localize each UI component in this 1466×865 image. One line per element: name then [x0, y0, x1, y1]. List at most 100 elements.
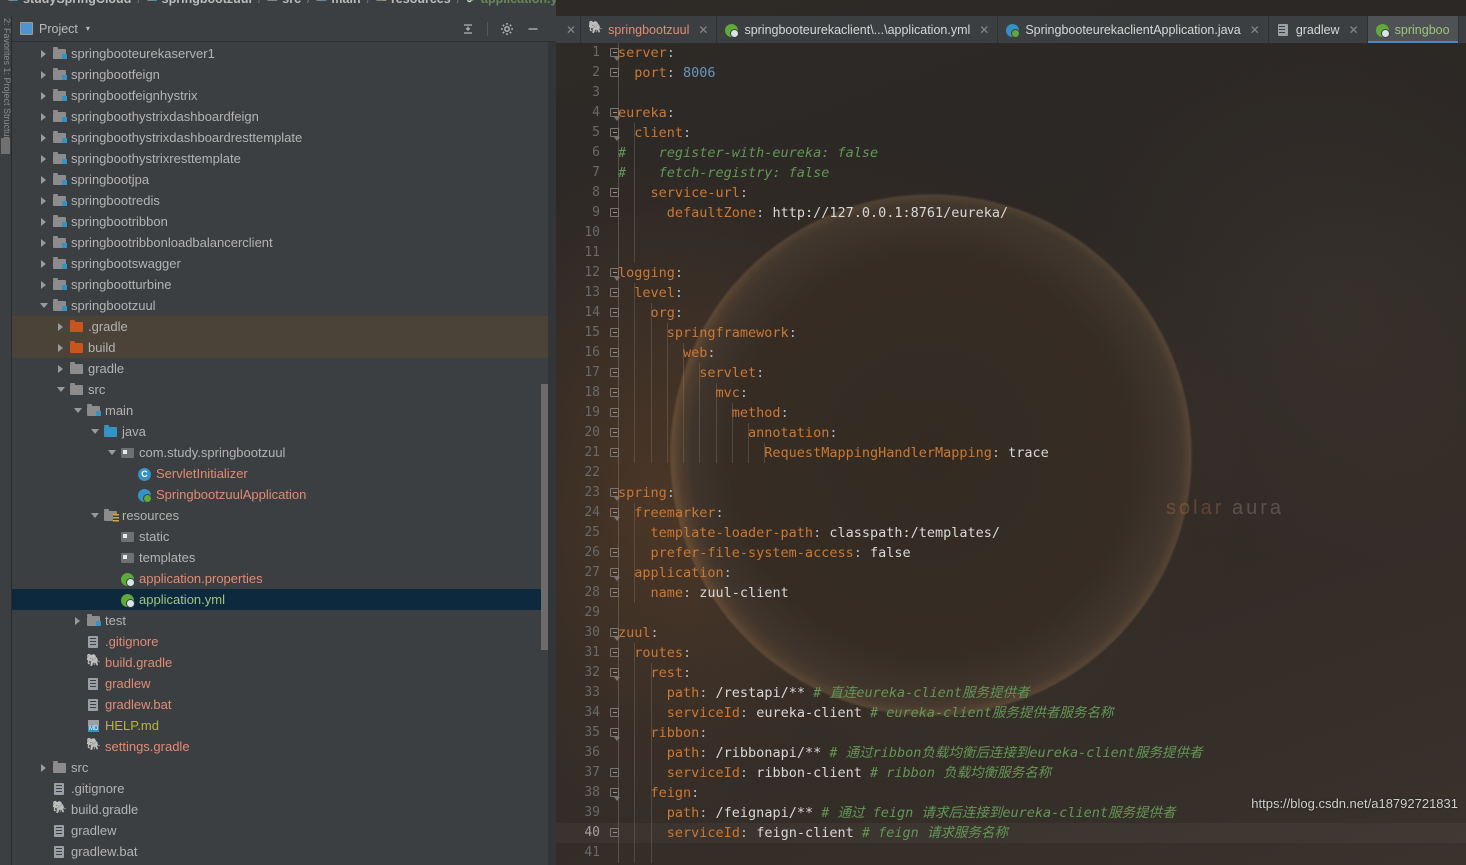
tree-row[interactable]: springbooteurekaserver1 — [12, 43, 556, 64]
code-line[interactable]: 9 defaultZone: http://127.0.0.1:8761/eur… — [556, 203, 1466, 223]
tree-row[interactable]: settings.gradle — [12, 736, 556, 757]
code-line[interactable]: 22 — [556, 463, 1466, 483]
code-line[interactable]: 7 # fetch-registry: false — [556, 163, 1466, 183]
tree-row[interactable]: springbootfeign — [12, 64, 556, 85]
code-line[interactable]: 4 eureka: — [556, 103, 1466, 123]
tree-row[interactable]: springboothystrixresttemplate — [12, 148, 556, 169]
tree-row[interactable]: com.study.springbootzuul — [12, 442, 556, 463]
chevron-down-icon[interactable] — [56, 384, 67, 395]
breadcrumb-item-main[interactable]: main — [316, 0, 361, 6]
close-icon[interactable]: ✕ — [698, 23, 708, 37]
tree-row[interactable]: .gitignore — [12, 631, 556, 652]
chevron-right-icon[interactable] — [39, 48, 50, 59]
tree-row[interactable]: SpringbootzuulApplication — [12, 484, 556, 505]
editor-tab-bar[interactable]: ✕ springbootzuul ✕ springbooteurekaclient\.… — [556, 16, 1466, 43]
code-line[interactable]: 11 — [556, 243, 1466, 263]
collapse-all-icon[interactable] — [461, 22, 475, 36]
code-line[interactable]: 12 logging: — [556, 263, 1466, 283]
project-panel-title[interactable]: Project ▾ — [20, 22, 90, 36]
code-line[interactable]: 8 service-url: — [556, 183, 1466, 203]
project-scrollbar-thumb[interactable] — [541, 384, 548, 650]
tree-row[interactable]: springboothystrixdashboardresttemplate — [12, 127, 556, 148]
code-line[interactable]: 16 web: — [556, 343, 1466, 363]
tree-row[interactable]: springbootredis — [12, 190, 556, 211]
editor-tab[interactable]: springboo — [1367, 16, 1459, 43]
code-line[interactable]: 26 prefer-file-system-access: false — [556, 543, 1466, 563]
chevron-right-icon[interactable] — [39, 111, 50, 122]
tree-row[interactable]: springbootturbine — [12, 274, 556, 295]
chevron-right-icon[interactable] — [39, 195, 50, 206]
tree-row[interactable]: templates — [12, 547, 556, 568]
code-line[interactable]: 18 mvc: — [556, 383, 1466, 403]
gear-icon[interactable] — [500, 22, 514, 36]
chevron-down-icon[interactable] — [73, 405, 84, 416]
chevron-down-icon[interactable]: ▾ — [86, 24, 90, 33]
code-line[interactable]: 14 org: — [556, 303, 1466, 323]
tree-row[interactable]: springbootfeignhystrix — [12, 85, 556, 106]
project-tree[interactable]: springbooteurekaserver1 springbootfeign sp… — [12, 42, 556, 865]
breadcrumb[interactable]: studySpringCloud / springbootzuul / src / main… — [0, 0, 572, 10]
tree-row[interactable]: resources — [12, 505, 556, 526]
tree-row[interactable]: gradlew — [12, 673, 556, 694]
tree-row[interactable]: .gradle — [12, 316, 556, 337]
minimize-icon[interactable] — [526, 22, 540, 36]
code-line[interactable]: 29 — [556, 603, 1466, 623]
tree-row[interactable]: build — [12, 337, 556, 358]
stripe-button-structure[interactable] — [1, 138, 10, 154]
code-line[interactable]: 35 ribbon: — [556, 723, 1466, 743]
tree-row[interactable]: gradlew — [12, 820, 556, 841]
tree-row[interactable]: springbootswagger — [12, 253, 556, 274]
chevron-right-icon[interactable] — [39, 762, 50, 773]
tree-row[interactable]: springbootjpa — [12, 169, 556, 190]
tree-row[interactable]: gradlew.bat — [12, 841, 556, 862]
code-line[interactable]: 33 path: /restapi/** # 直连eureka-client服务… — [556, 683, 1466, 703]
code-line[interactable]: 5 client: — [556, 123, 1466, 143]
code-line[interactable]: 21 RequestMappingHandlerMapping: trace — [556, 443, 1466, 463]
project-scrollbar-track[interactable] — [548, 42, 556, 865]
tree-row[interactable]: springbootribbon — [12, 211, 556, 232]
code-line[interactable]: 27 application: — [556, 563, 1466, 583]
tree-row[interactable]: gradlew.bat — [12, 694, 556, 715]
chevron-right-icon[interactable] — [39, 174, 50, 185]
chevron-down-icon[interactable] — [107, 447, 118, 458]
close-icon[interactable]: ✕ — [1349, 23, 1359, 37]
chevron-right-icon[interactable] — [56, 342, 67, 353]
code-line[interactable]: 17 servlet: — [556, 363, 1466, 383]
code-line[interactable]: 3 — [556, 83, 1466, 103]
chevron-right-icon[interactable] — [39, 279, 50, 290]
breadcrumb-item-studyspringcloud[interactable]: studySpringCloud — [8, 0, 131, 6]
tree-row[interactable]: test — [12, 610, 556, 631]
tree-row[interactable]: static — [12, 526, 556, 547]
code-line[interactable]: 1 server: — [556, 43, 1466, 63]
stripe-labels[interactable]: 2: Favorites 1: Project Structure — [0, 18, 12, 145]
tree-row[interactable]: java — [12, 421, 556, 442]
chevron-right-icon[interactable] — [73, 615, 84, 626]
tab-overflow-close[interactable]: ✕ — [556, 16, 582, 43]
code-line[interactable]: 19 method: — [556, 403, 1466, 423]
code-line[interactable]: 31 routes: — [556, 643, 1466, 663]
tree-row[interactable]: application.yml — [12, 589, 556, 610]
tree-row[interactable]: springbootribbonloadbalancerclient — [12, 232, 556, 253]
chevron-right-icon[interactable] — [39, 90, 50, 101]
tree-row[interactable]: .gitignore — [12, 778, 556, 799]
code-line[interactable]: 25 template-loader-path: classpath:/temp… — [556, 523, 1466, 543]
code-line[interactable]: 40 serviceId: feign-client # feign 请求服务名… — [556, 823, 1466, 843]
editor-tab[interactable]: springbooteurekaclient\...\application.y… — [717, 16, 999, 43]
code-line[interactable]: 24 freemarker: — [556, 503, 1466, 523]
tree-row[interactable]: HELP.md — [12, 715, 556, 736]
chevron-right-icon[interactable] — [39, 69, 50, 80]
close-icon[interactable]: ✕ — [979, 23, 989, 37]
code-line[interactable]: 15 springframework: — [556, 323, 1466, 343]
editor-tab[interactable]: gradlew ✕ — [1269, 16, 1368, 43]
breadcrumb-item-src[interactable]: src — [267, 0, 301, 6]
tree-row[interactable]: main — [12, 400, 556, 421]
chevron-right-icon[interactable] — [39, 237, 50, 248]
chevron-right-icon[interactable] — [39, 132, 50, 143]
tree-row[interactable]: application.properties — [12, 568, 556, 589]
tree-row[interactable]: build.gradle — [12, 652, 556, 673]
chevron-down-icon[interactable] — [90, 426, 101, 437]
tree-row[interactable]: build.gradle — [12, 799, 556, 820]
editor-tab[interactable]: SpringbooteurekaclientApplication.java ✕ — [998, 16, 1269, 43]
tree-row[interactable]: src — [12, 379, 556, 400]
code-line[interactable]: 36 path: /ribbonapi/** # 通过ribbon负载均衡后连接… — [556, 743, 1466, 763]
